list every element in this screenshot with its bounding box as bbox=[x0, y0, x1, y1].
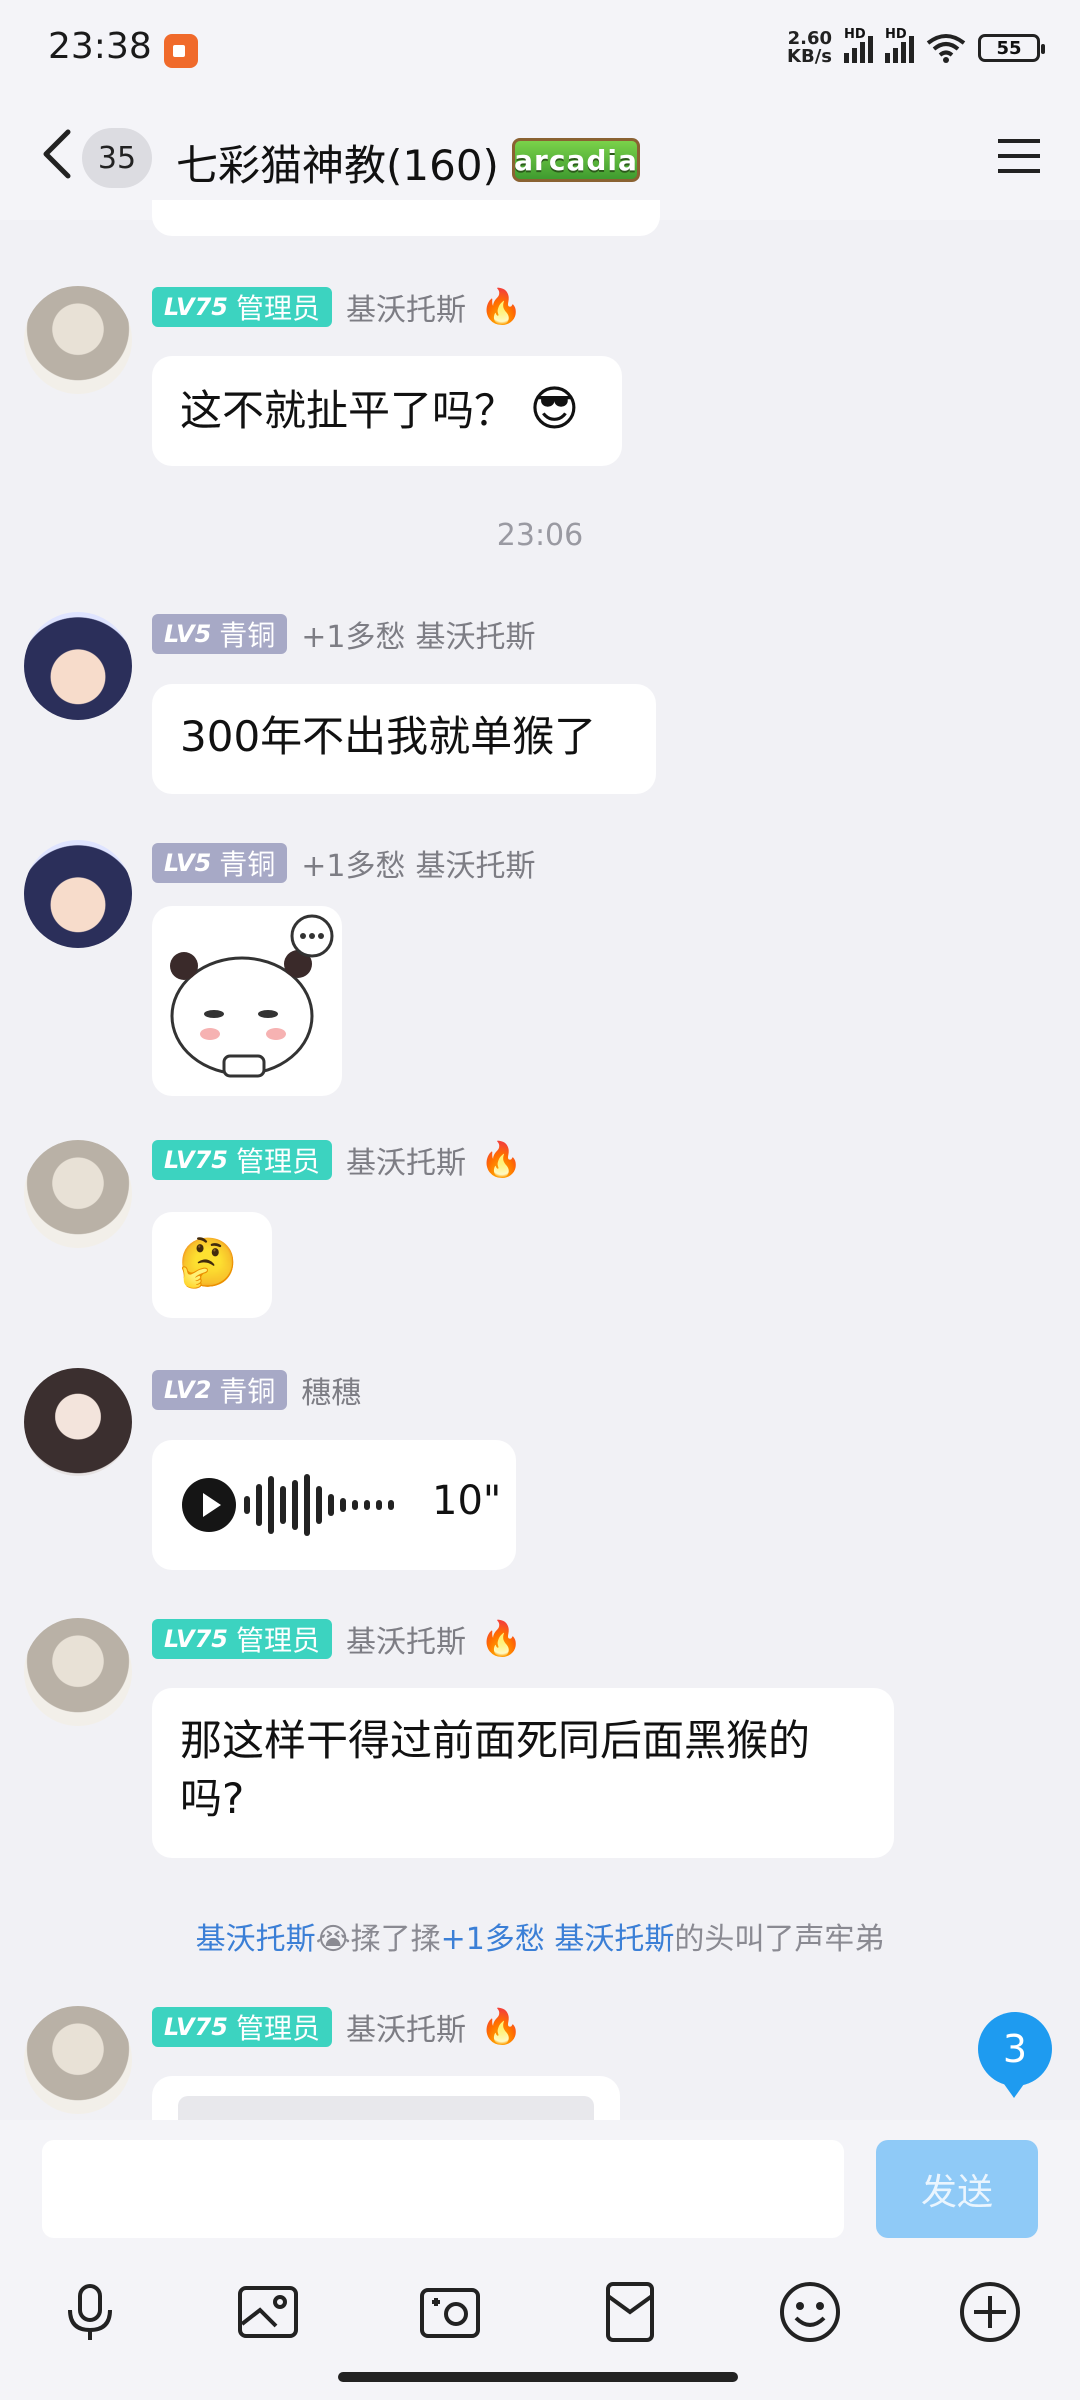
group-badge: arcadia bbox=[512, 138, 640, 182]
avatar[interactable] bbox=[24, 840, 132, 948]
message-text: 这不就扯平了吗？ bbox=[180, 386, 517, 435]
hd-label-1: HD bbox=[844, 27, 866, 42]
network-speed: 2.60 KB/s bbox=[787, 30, 832, 66]
send-button[interactable]: 发送 bbox=[876, 2140, 1038, 2238]
system-target-title-link[interactable]: +1多愁 bbox=[441, 1922, 545, 1957]
play-icon[interactable] bbox=[182, 1478, 236, 1532]
fire-icon: 🔥 bbox=[479, 1140, 523, 1180]
fire-icon: 🔥 bbox=[479, 2007, 523, 2047]
system-suffix: 的头叫了声牢弟 bbox=[674, 1922, 885, 1957]
message-bubble-partial[interactable] bbox=[152, 200, 660, 236]
message-bubble[interactable]: 这不就扯平了吗？ 😎 bbox=[152, 356, 622, 466]
message-text-line-1: 那这样干得过前面死同后面黑猴的 bbox=[180, 1716, 811, 1765]
level-tag: LV5 青铜 bbox=[152, 843, 288, 883]
signal-2-icon: HD bbox=[885, 27, 914, 63]
emoji-icon[interactable] bbox=[778, 2280, 842, 2344]
screen-record-icon bbox=[164, 34, 198, 68]
member-title: +1多愁 bbox=[301, 849, 406, 884]
sender-name[interactable]: 穗穗 bbox=[301, 1368, 361, 1412]
net-speed-unit: KB/s bbox=[787, 46, 832, 67]
sender-name[interactable]: 基沃托斯 bbox=[346, 285, 466, 329]
wifi-icon bbox=[926, 34, 966, 63]
sender-meta: LV2 青铜 穗穗 bbox=[152, 1368, 361, 1412]
camera-icon[interactable] bbox=[418, 2280, 482, 2344]
time-divider: 23:06 bbox=[496, 518, 584, 553]
status-icons: 2.60 KB/s HD HD 55 bbox=[787, 27, 1045, 66]
plus-icon[interactable] bbox=[958, 2280, 1022, 2344]
level-tag: LV75 管理员 bbox=[152, 287, 332, 327]
sender-meta: LV75 管理员 基沃托斯 🔥 bbox=[152, 1138, 523, 1182]
avatar[interactable] bbox=[24, 1368, 132, 1476]
level-tag: LV75 管理员 bbox=[152, 2007, 332, 2047]
mic-icon[interactable] bbox=[58, 2280, 122, 2344]
new-messages-badge[interactable]: 3 bbox=[978, 2012, 1052, 2098]
unread-count-badge[interactable]: 35 bbox=[82, 128, 152, 188]
sender-meta: LV75 管理员 基沃托斯 🔥 bbox=[152, 1617, 523, 1661]
panda-sticker-icon bbox=[170, 914, 334, 1078]
level-tag: LV75 管理员 bbox=[152, 1619, 332, 1659]
sender-name[interactable]: 基沃托斯 bbox=[416, 612, 536, 656]
sender-meta: LV5 青铜 +1多愁 基沃托斯 bbox=[152, 612, 536, 656]
signal-1-icon: HD bbox=[844, 27, 873, 63]
avatar[interactable] bbox=[24, 612, 132, 720]
system-action: 揉了揉 bbox=[350, 1922, 441, 1957]
crying-emoji: 😭 bbox=[315, 1922, 351, 1957]
message-input[interactable] bbox=[42, 2140, 844, 2238]
sender-meta: LV75 管理员 基沃托斯 🔥 bbox=[152, 285, 523, 329]
message-bubble[interactable]: 300年不出我就单猴了 bbox=[152, 684, 656, 794]
message-text: 300年不出我就单猴了 bbox=[180, 712, 597, 761]
sender-meta: LV75 管理员 基沃托斯 🔥 bbox=[152, 2005, 523, 2049]
sender-name[interactable]: 基沃托斯 bbox=[416, 841, 536, 885]
system-target-link[interactable]: 基沃托斯 bbox=[554, 1922, 674, 1957]
waveform-icon bbox=[244, 1474, 394, 1536]
avatar[interactable] bbox=[24, 1140, 132, 1248]
battery-icon: 55 bbox=[978, 34, 1045, 62]
back-arrow-icon[interactable] bbox=[38, 128, 78, 180]
status-time: 23:38 bbox=[48, 26, 152, 67]
sticker-bubble[interactable] bbox=[152, 906, 342, 1096]
level-tag: LV75 管理员 bbox=[152, 1140, 332, 1180]
group-title[interactable]: 七彩猫神教(160) bbox=[176, 132, 499, 193]
status-bar: 23:38 2.60 KB/s HD HD 55 bbox=[0, 0, 1080, 100]
menu-icon[interactable] bbox=[996, 136, 1042, 176]
sender-meta: LV5 青铜 +1多愁 基沃托斯 bbox=[152, 841, 536, 885]
sender-name[interactable]: 基沃托斯 bbox=[346, 1138, 466, 1182]
message-text-line-2: 吗? bbox=[180, 1774, 245, 1823]
home-indicator[interactable] bbox=[338, 2372, 738, 2382]
avatar[interactable] bbox=[24, 2006, 132, 2114]
sender-name[interactable]: 基沃托斯 bbox=[346, 1617, 466, 1661]
system-message: 基沃托斯😭揉了揉+1多愁 基沃托斯的头叫了声牢弟 bbox=[0, 1914, 1080, 1958]
message-bubble[interactable]: 那这样干得过前面死同后面黑猴的 吗? bbox=[152, 1688, 894, 1858]
image-icon[interactable] bbox=[236, 2280, 300, 2344]
input-toolbar bbox=[0, 2280, 1080, 2360]
fire-icon: 🔥 bbox=[479, 1619, 523, 1659]
input-area: 发送 bbox=[0, 2120, 1080, 2400]
message-bubble-partial[interactable] bbox=[152, 2076, 620, 2120]
system-actor-link[interactable]: 基沃托斯 bbox=[196, 1922, 316, 1957]
red-packet-icon[interactable] bbox=[598, 2280, 662, 2344]
member-title: +1多愁 bbox=[301, 620, 406, 655]
sunglasses-emoji: 😎 bbox=[529, 381, 580, 437]
avatar[interactable] bbox=[24, 286, 132, 394]
hd-label-2: HD bbox=[885, 27, 907, 42]
avatar[interactable] bbox=[24, 1618, 132, 1726]
thinking-emoji: 🤔 bbox=[178, 1235, 238, 1291]
level-tag: LV5 青铜 bbox=[152, 614, 288, 654]
message-bubble[interactable]: 🤔 bbox=[152, 1212, 272, 1318]
sender-name[interactable]: 基沃托斯 bbox=[346, 2005, 466, 2049]
fire-icon: 🔥 bbox=[479, 287, 523, 327]
voice-duration: 10" bbox=[432, 1478, 502, 1524]
level-tag: LV2 青铜 bbox=[152, 1370, 288, 1410]
